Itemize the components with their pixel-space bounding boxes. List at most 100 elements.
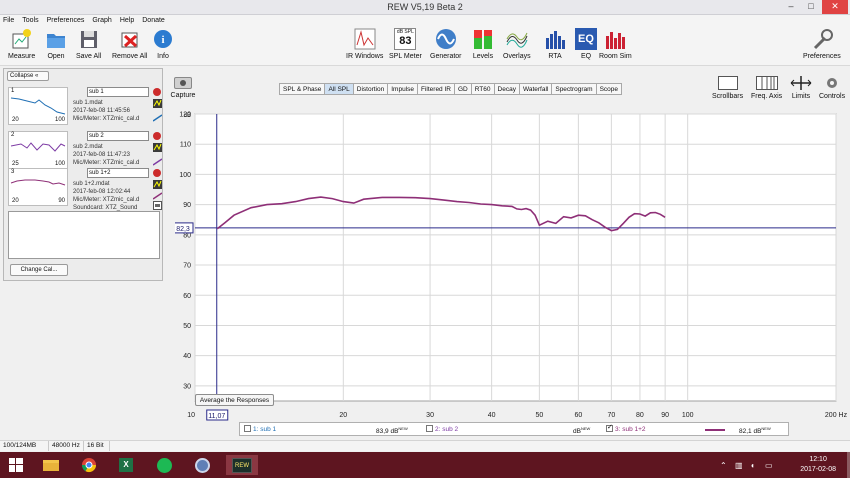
ir-windows-button[interactable]: IR Windows xyxy=(346,28,383,60)
legend-value-2: dBNEW xyxy=(573,426,591,436)
info-button[interactable]: i Info xyxy=(152,28,174,60)
room-sim-button[interactable]: Room Sim xyxy=(599,28,632,60)
preferences-button[interactable]: Preferences xyxy=(803,28,841,60)
save-icon xyxy=(78,28,100,50)
line-color-icon[interactable] xyxy=(152,191,163,200)
legend-item-1[interactable]: 1: sub 1 xyxy=(244,425,276,433)
generator-button[interactable]: Generator xyxy=(430,28,462,60)
spl-chart[interactable]: 12011010090807060504030dB10 20 30 40 50 60 70 8… xyxy=(173,108,850,422)
menu-graph[interactable]: Graph xyxy=(92,15,111,26)
keyboard-icon[interactable]: ▭ xyxy=(765,461,773,470)
scrollbars-icon xyxy=(717,76,738,90)
average-responses-button[interactable]: Average the Responses xyxy=(195,394,274,406)
folder-icon xyxy=(43,460,59,471)
tab-gd[interactable]: GD xyxy=(455,84,472,94)
tab-spectrogram[interactable]: Spectrogram xyxy=(552,84,597,94)
chrome-taskbar[interactable] xyxy=(73,455,105,475)
x-tick-label: 90 xyxy=(661,412,669,419)
measurement-card-3[interactable]: 3 20 90 sub 1+2 sub 1+2.mdat 2017-feb-08… xyxy=(8,166,163,211)
svg-text:i: i xyxy=(161,34,164,46)
measurement-name-field[interactable]: sub 1+2 xyxy=(87,168,149,178)
tab-decay[interactable]: Decay xyxy=(495,84,520,94)
collapse-button[interactable]: Collapse « xyxy=(7,71,49,81)
delete-icon[interactable] xyxy=(153,88,161,96)
tab-impulse[interactable]: Impulse xyxy=(388,84,418,94)
open-button[interactable]: Open xyxy=(45,28,67,60)
legend-checkbox[interactable] xyxy=(426,425,433,432)
tray-arrow-icon[interactable]: ⌃ xyxy=(720,461,727,470)
legend-checkbox[interactable]: ✓ xyxy=(606,424,613,432)
spl-meter-button[interactable]: dB SPL 83 SPL Meter xyxy=(389,28,422,60)
menu-help[interactable]: Help xyxy=(120,15,134,26)
delete-icon[interactable] xyxy=(153,132,161,140)
legend-checkbox[interactable] xyxy=(244,425,251,432)
eq-icon: EQ xyxy=(575,28,597,50)
close-button[interactable]: ✕ xyxy=(822,0,848,14)
tab-rt60[interactable]: RT60 xyxy=(472,84,495,94)
file-explorer-taskbar[interactable] xyxy=(35,455,67,475)
spotify-icon xyxy=(156,457,172,473)
measurement-card-1[interactable]: 1 20 100 sub 1 sub 1.mdat 2017-feb-08 11… xyxy=(8,85,163,128)
rta-button[interactable]: RTA xyxy=(544,28,566,60)
rew-taskbar[interactable]: REW xyxy=(226,455,258,475)
start-button[interactable] xyxy=(0,455,32,475)
limits-button[interactable]: Limits xyxy=(790,76,812,100)
wrench-icon xyxy=(811,28,833,50)
room-sim-icon xyxy=(604,28,626,50)
measurement-thumbnail: 3 20 90 xyxy=(8,168,68,206)
scrollbars-button[interactable]: Scrollbars xyxy=(712,76,743,100)
tab-distortion[interactable]: Distortion xyxy=(354,84,389,94)
app-taskbar[interactable] xyxy=(186,455,218,475)
levels-icon xyxy=(472,28,494,50)
line-color-icon[interactable] xyxy=(152,157,163,166)
menu-file[interactable]: File xyxy=(3,15,14,26)
clock[interactable]: 12:10 2017-02-08 xyxy=(800,455,836,475)
info-icon: i xyxy=(152,28,174,50)
delete-icon[interactable] xyxy=(153,169,161,177)
eq-button[interactable]: EQ EQ xyxy=(575,28,597,60)
line-color-icon[interactable] xyxy=(152,113,163,122)
tab-scope[interactable]: Scope xyxy=(597,84,621,94)
change-cal-button[interactable]: Change Cal... xyxy=(10,264,68,276)
overlays-button[interactable]: Overlays xyxy=(503,28,531,60)
plot-area xyxy=(194,113,837,402)
tab-filtered-ir[interactable]: Filtered IR xyxy=(418,84,455,94)
x-tick-label: 30 xyxy=(426,412,434,419)
legend-item-2[interactable]: 2: sub 2 xyxy=(426,425,458,433)
remove-icon xyxy=(119,28,141,50)
menu-donate[interactable]: Donate xyxy=(142,15,165,26)
levels-button[interactable]: Levels xyxy=(472,28,494,60)
tab-waterfall[interactable]: Waterfall xyxy=(520,84,553,94)
spl-graph[interactable]: 120 110 100 90 80 70 60 50 40 30 dB 10 20 30 40 50 60 70 8… xyxy=(173,108,850,438)
capture-button[interactable]: Capture xyxy=(169,77,197,99)
calibration-icon[interactable] xyxy=(153,143,162,152)
windows-icon xyxy=(9,458,23,472)
chrome-icon xyxy=(81,458,97,473)
volume-icon[interactable]: ◖ xyxy=(750,461,755,470)
spotify-taskbar[interactable] xyxy=(148,455,180,475)
tab-all-spl[interactable]: All SPL xyxy=(325,84,354,94)
freq-axis-button[interactable]: Freq. Axis xyxy=(751,76,782,100)
measure-button[interactable]: Measure xyxy=(8,28,35,60)
x-tick-label: 80 xyxy=(636,412,644,419)
minimize-button[interactable]: – xyxy=(782,0,800,14)
x-tick-label: 20 xyxy=(339,412,347,419)
tab-spl-phase[interactable]: SPL & Phase xyxy=(280,84,326,94)
rta-icon xyxy=(544,28,566,50)
remove-all-button[interactable]: Remove All xyxy=(112,28,147,60)
measurement-name-field[interactable]: sub 2 xyxy=(87,131,149,141)
controls-button[interactable]: Controls xyxy=(819,76,845,100)
legend-item-3[interactable]: ✓ 3: sub 1+2 xyxy=(606,424,646,433)
menu-tools[interactable]: Tools xyxy=(22,15,38,26)
calibration-icon[interactable] xyxy=(153,180,162,189)
notes-area[interactable] xyxy=(8,211,160,259)
menu-preferences[interactable]: Preferences xyxy=(47,15,85,26)
excel-taskbar[interactable]: X xyxy=(110,455,142,475)
maximize-button[interactable]: □ xyxy=(802,0,820,14)
save-all-button[interactable]: Save All xyxy=(76,28,101,60)
calibration-icon[interactable] xyxy=(153,99,162,108)
soundcard-icon[interactable] xyxy=(153,201,162,210)
measurement-name-field[interactable]: sub 1 xyxy=(87,87,149,97)
sample-rate-status: 48000 Hz xyxy=(49,441,84,451)
network-icon[interactable]: ▥ xyxy=(735,461,743,470)
